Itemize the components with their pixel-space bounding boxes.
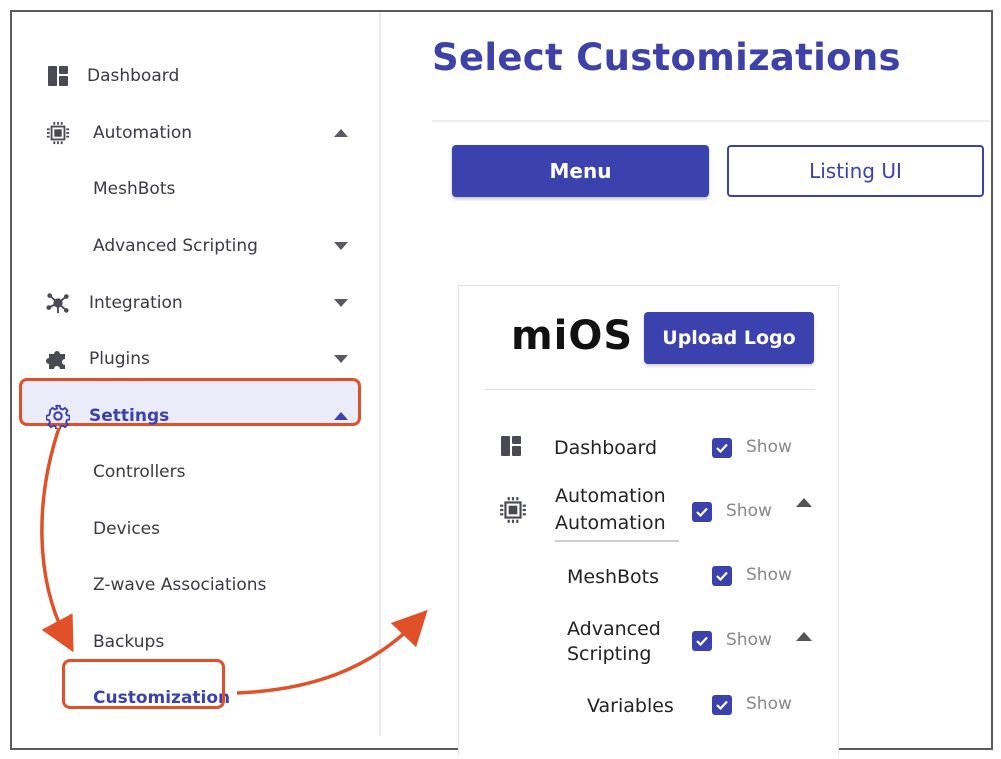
row-label-advanced: Advanced — [567, 618, 661, 640]
sidebar-item-label: Advanced Scripting — [93, 236, 258, 256]
sidebar-item-plugins[interactable]: Plugins — [12, 339, 372, 379]
sidebar-item-advanced-scripting[interactable]: Advanced Scripting — [12, 226, 372, 266]
row-label-dashboard: Dashboard — [554, 437, 658, 459]
automation-chip-icon — [46, 121, 70, 145]
dashboard-icon — [46, 64, 70, 88]
sidebar-divider — [379, 12, 381, 736]
show-label: Show — [726, 501, 772, 521]
sidebar-item-meshbots[interactable]: MeshBots — [12, 169, 372, 209]
show-checkbox[interactable] — [712, 438, 732, 458]
tab-menu[interactable]: Menu — [452, 145, 709, 197]
show-label: Show — [746, 437, 792, 457]
check-icon — [696, 507, 708, 518]
caret-down-icon[interactable] — [334, 242, 348, 250]
tab-listing-ui[interactable]: Listing UI — [727, 145, 984, 197]
customization-highlight — [62, 659, 225, 709]
show-checkbox[interactable] — [692, 631, 712, 651]
show-checkbox[interactable] — [712, 695, 732, 715]
row-label-automation: Automation — [555, 485, 666, 507]
title-divider — [432, 120, 990, 122]
sidebar-item-label: Automation — [93, 123, 193, 143]
row-input-automation[interactable]: Automation — [555, 510, 666, 536]
check-icon — [696, 636, 708, 647]
caret-down-icon[interactable] — [334, 299, 348, 307]
show-label: Show — [726, 630, 772, 650]
show-checkbox[interactable] — [712, 566, 732, 586]
sidebar-item-label: Dashboard — [87, 66, 180, 86]
automation-chip-icon — [499, 496, 527, 528]
settings-highlight — [19, 378, 361, 426]
row-label-meshbots: MeshBots — [567, 566, 660, 588]
sidebar-item-label: Integration — [89, 293, 183, 313]
show-label: Show — [746, 565, 792, 585]
sidebar-item-dashboard[interactable]: Dashboard — [12, 56, 372, 96]
caret-down-icon[interactable] — [334, 355, 348, 363]
row-label-scripting: Scripting — [567, 643, 652, 665]
caret-up-icon[interactable] — [796, 632, 812, 641]
sidebar-item-integration[interactable]: Integration — [12, 283, 372, 323]
show-checkbox[interactable] — [692, 502, 712, 522]
show-label: Show — [746, 694, 792, 714]
check-icon — [716, 571, 728, 582]
puzzle-icon — [46, 347, 70, 371]
mios-logo: miOS — [511, 313, 634, 359]
page-title: Select Customizations — [432, 36, 901, 79]
row-label-variables: Variables — [587, 695, 674, 717]
panel-divider — [485, 389, 815, 390]
automation-input-underline — [555, 540, 679, 542]
upload-logo-button[interactable]: Upload Logo — [644, 312, 814, 364]
check-icon — [716, 700, 728, 711]
check-icon — [716, 443, 728, 454]
sidebar-item-label: Plugins — [89, 349, 150, 369]
sidebar-item-label: MeshBots — [93, 179, 176, 199]
sidebar-item-automation[interactable]: Automation — [12, 113, 372, 153]
dashboard-icon — [500, 435, 522, 461]
caret-up-icon[interactable] — [334, 129, 348, 137]
caret-up-icon[interactable] — [796, 498, 812, 507]
integration-icon — [46, 291, 70, 315]
